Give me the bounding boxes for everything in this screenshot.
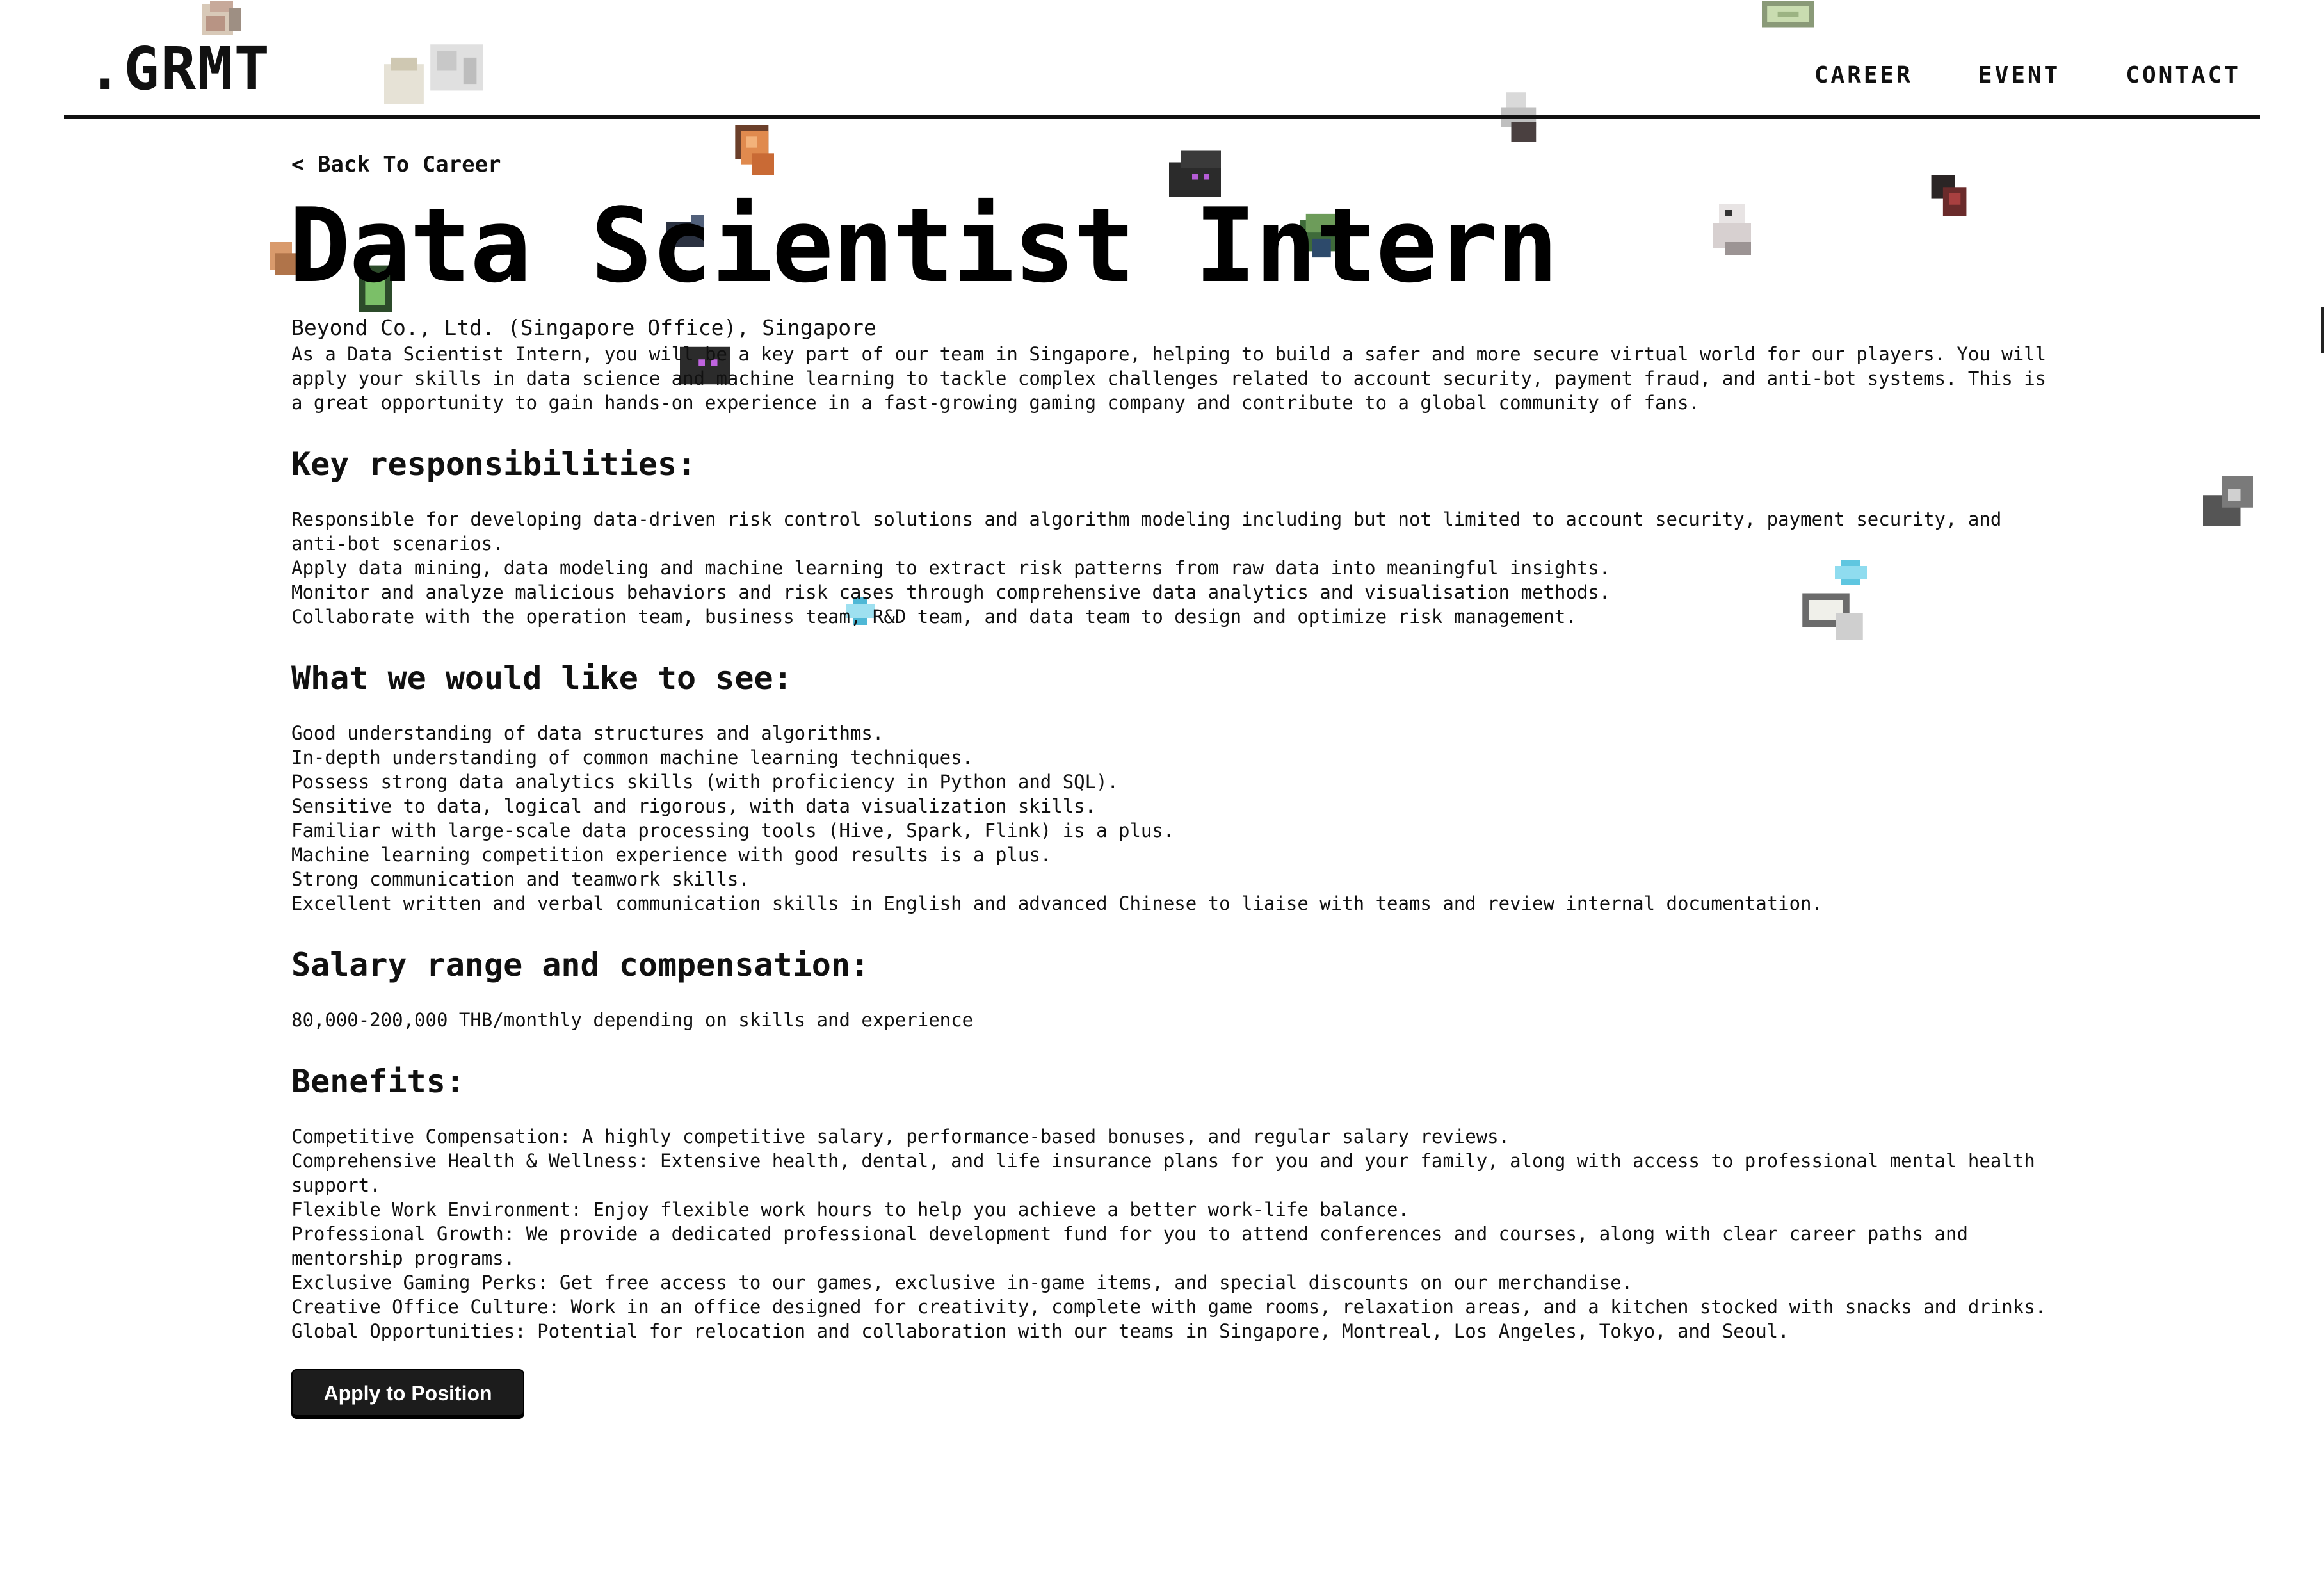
list-item: Strong communication and teamwork skills…: [291, 868, 750, 890]
pixel-sprite-icon-grey: [2203, 476, 2253, 526]
nav-link-event[interactable]: EVENT: [1978, 64, 2060, 87]
list-item: Collaborate with the operation team, bus…: [291, 605, 1577, 627]
responsibilities-list: Responsible for developing data-driven r…: [291, 507, 2058, 629]
site-logo[interactable]: .GRMT: [87, 40, 271, 99]
job-title: Data Scientist Intern: [289, 186, 1558, 305]
main-nav: CAREER EVENT CONTACT: [1814, 64, 2241, 87]
requirements-heading: What we would like to see:: [291, 659, 793, 697]
company-location: Beyond Co., Ltd. (Singapore Office), Sin…: [291, 315, 876, 340]
list-item: Monitor and analyze malicious behaviors …: [291, 581, 1611, 603]
list-item: Apply data mining, data modeling and mac…: [291, 556, 1611, 579]
list-item: Professional Growth: We provide a dedica…: [291, 1222, 1968, 1269]
job-intro: As a Data Scientist Intern, you will be …: [291, 343, 2047, 414]
list-item: In-depth understanding of common machine…: [291, 746, 974, 768]
benefits-list: Competitive Compensation: A highly compe…: [291, 1124, 2058, 1343]
benefits-heading: Benefits:: [291, 1062, 465, 1100]
back-to-career-link[interactable]: < Back To Career: [291, 154, 501, 175]
list-item: Machine learning competition experience …: [291, 843, 1052, 866]
list-item: Familiar with large-scale data processin…: [291, 819, 1175, 841]
nav-link-contact[interactable]: CONTACT: [2126, 64, 2241, 87]
list-item: Creative Office Culture: Work in an offi…: [291, 1295, 2047, 1318]
nav-link-career[interactable]: CAREER: [1814, 64, 1913, 87]
requirements-list: Good understanding of data structures an…: [291, 721, 2058, 916]
list-item: Comprehensive Health & Wellness: Extensi…: [291, 1149, 2035, 1196]
list-item: Responsible for developing data-driven r…: [291, 508, 2002, 554]
list-item: Flexible Work Environment: Enjoy flexibl…: [291, 1198, 1409, 1220]
salary-heading: Salary range and compensation:: [291, 946, 870, 983]
list-item: Global Opportunities: Potential for relo…: [291, 1320, 1789, 1342]
list-item: Exclusive Gaming Perks: Get free access …: [291, 1271, 1633, 1293]
list-item: Good understanding of data structures an…: [291, 722, 884, 744]
list-item: Excellent written and verbal communicati…: [291, 892, 1823, 914]
responsibilities-heading: Key responsibilities:: [291, 445, 697, 483]
list-item: Possess strong data analytics skills (wi…: [291, 770, 1119, 793]
scrollbar-thumb[interactable]: [2321, 307, 2324, 353]
list-item: Sensitive to data, logical and rigorous,…: [291, 795, 1097, 817]
job-detail: < Back To Career Data Scientist Intern B…: [289, 154, 2058, 1416]
salary-range: 80,000-200,000 THB/monthly depending on …: [291, 1008, 974, 1031]
site-header: .GRMT CAREER EVENT CONTACT: [64, 0, 2260, 119]
list-item: Competitive Compensation: A highly compe…: [291, 1125, 1510, 1147]
apply-button[interactable]: Apply to Position: [291, 1368, 524, 1416]
